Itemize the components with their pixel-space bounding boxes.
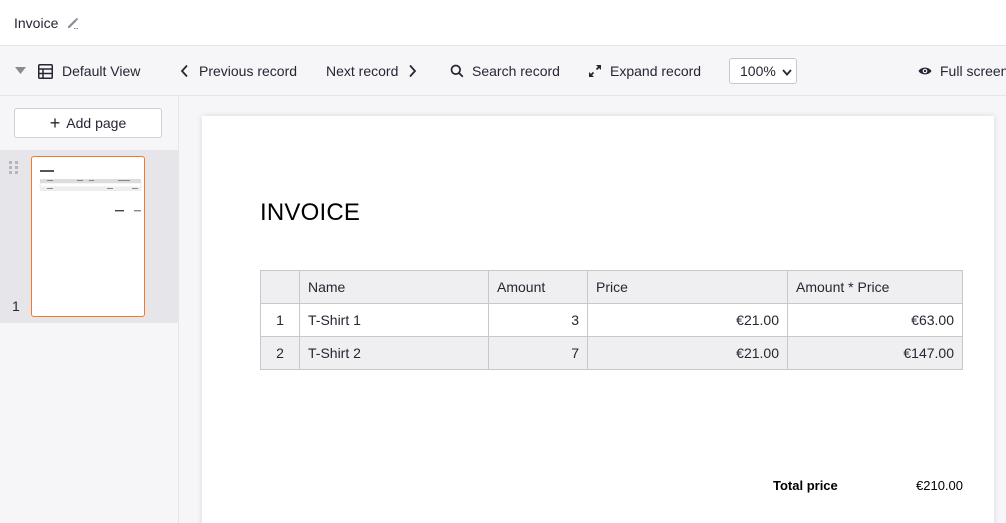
search-record-label: Search record (472, 63, 560, 79)
cell-total: €147.00 (787, 336, 963, 370)
view-name: Default View (62, 63, 141, 79)
search-record-button[interactable]: Search record (450, 46, 560, 95)
expand-record-button[interactable]: Expand record (588, 46, 702, 95)
title-bar: Invoice (0, 0, 1006, 46)
page-thumbnail[interactable] (31, 156, 145, 317)
page-number: 1 (12, 298, 20, 314)
cell-amount: 3 (488, 303, 588, 337)
thumbnail-preview (39, 170, 142, 212)
pages-sidebar: + Add page 1 (0, 96, 179, 523)
cell-name: T-Shirt 1 (299, 303, 489, 337)
column-header: Amount * Price (787, 270, 963, 304)
cell-price: €21.00 (587, 336, 788, 370)
previous-record-button[interactable]: Previous record (180, 46, 298, 95)
table-row: 2 T-Shirt 2 7 €21.00 €147.00 (260, 336, 963, 370)
widget-title: Invoice (14, 14, 59, 31)
next-record-label: Next record (326, 63, 399, 79)
column-header (260, 270, 300, 304)
table-header-row: Name Amount Price Amount * Price (260, 270, 963, 304)
document-page[interactable]: INVOICE Name Amount Price Amount * Price… (202, 116, 994, 523)
chevron-down-icon (782, 63, 792, 79)
table-row: 1 T-Shirt 1 3 €21.00 €63.00 (260, 303, 963, 337)
chevron-right-icon (408, 64, 417, 78)
page-canvas: INVOICE Name Amount Price Amount * Price… (179, 96, 1006, 523)
view-menu-button[interactable]: Default View (15, 46, 141, 95)
cell-amount: 7 (488, 336, 588, 370)
invoice-table: Name Amount Price Amount * Price 1 T-Shi… (260, 270, 963, 370)
caret-down-icon (15, 67, 26, 75)
previous-record-label: Previous record (199, 63, 298, 79)
page-list-item[interactable]: 1 (0, 150, 178, 323)
zoom-select[interactable]: 100% (729, 58, 797, 84)
chevron-left-icon (180, 64, 189, 78)
column-header: Name (299, 270, 489, 304)
add-page-label: Add page (66, 115, 127, 131)
expand-icon (588, 64, 602, 78)
eye-icon (918, 66, 932, 76)
column-header: Amount (488, 270, 588, 304)
cell-total: €63.00 (787, 303, 963, 337)
search-icon (450, 64, 464, 78)
full-screen-label: Full screen (940, 63, 1006, 79)
expand-record-label: Expand record (610, 63, 702, 79)
total-price-value: €210.00 (916, 478, 963, 493)
next-record-button[interactable]: Next record (326, 46, 417, 95)
table-icon (38, 63, 53, 79)
cell-price: €21.00 (587, 303, 788, 337)
invoice-heading: INVOICE (260, 199, 361, 226)
row-index: 2 (260, 336, 300, 370)
full-screen-button[interactable]: Full screen (918, 46, 1006, 95)
row-index: 1 (260, 303, 300, 337)
add-page-button[interactable]: + Add page (14, 108, 162, 138)
pencil-icon[interactable] (66, 16, 80, 30)
toolbar: Default View Previous record Next record… (0, 46, 1006, 96)
plus-icon: + (49, 113, 61, 133)
drag-handle-icon[interactable] (9, 161, 19, 175)
column-header: Price (587, 270, 788, 304)
zoom-value: 100% (740, 63, 776, 79)
total-price-label: Total price (773, 478, 838, 493)
cell-name: T-Shirt 2 (299, 336, 489, 370)
